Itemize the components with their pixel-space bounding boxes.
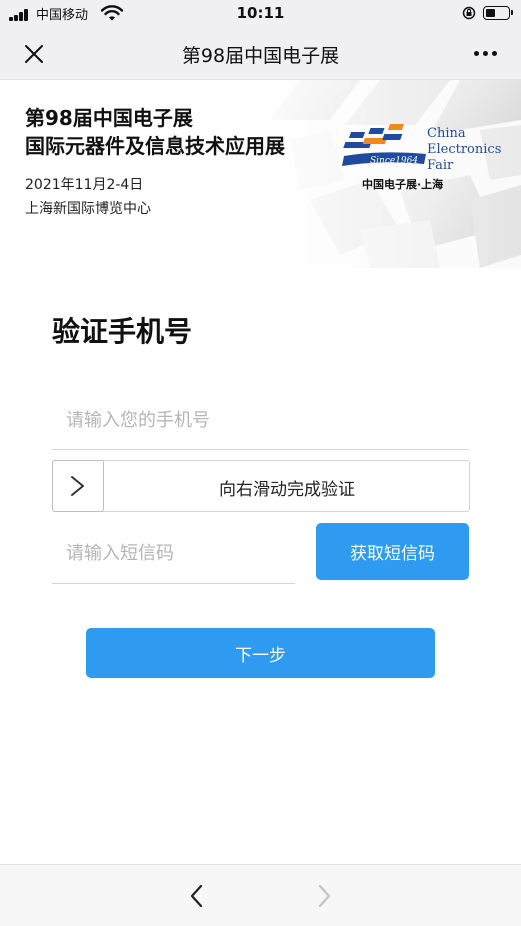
status-bar: 中国移动 10:11	[0, 0, 521, 28]
rotation-lock-icon	[462, 6, 476, 20]
slide-verify-track[interactable]: 向右滑动完成验证	[52, 460, 470, 512]
more-dots-icon[interactable]	[470, 50, 502, 58]
event-banner: 第98届中国电子展 国际元器件及信息技术应用展 2021年11月2-4日 上海新…	[0, 80, 521, 268]
next-step-button[interactable]: 下一步	[86, 628, 435, 678]
get-sms-code-button[interactable]: 获取短信码	[316, 523, 469, 580]
battery-tip	[511, 10, 513, 15]
logo-text-china: China	[427, 126, 466, 141]
chevron-right-icon	[71, 476, 84, 496]
event-date: 2021年11月2-4日	[25, 177, 144, 193]
battery-icon	[483, 6, 510, 20]
forward-arrow-icon[interactable]	[313, 883, 335, 909]
banner-title-line1: 第98届中国电子展	[25, 106, 193, 130]
logo-text-electronics: Electronics	[427, 142, 502, 157]
banner-title-line2: 国际元器件及信息技术应用展	[25, 134, 285, 158]
china-electronics-fair-logo: Since1964	[342, 124, 426, 166]
sms-code-input[interactable]	[52, 524, 295, 584]
back-arrow-icon[interactable]	[186, 883, 208, 909]
logo-text-cn: 中国电子展·上海	[362, 178, 444, 191]
browser-toolbar	[0, 864, 521, 926]
event-venue: 上海新国际博览中心	[25, 201, 151, 217]
logo-text-fair: Fair	[427, 158, 454, 173]
verify-phone-heading: 验证手机号	[52, 315, 193, 348]
page-title: 第98届中国电子展	[181, 45, 340, 67]
slide-verify-handle[interactable]	[52, 460, 104, 512]
status-time: 10:11	[236, 4, 285, 22]
slide-verify-label: 向右滑动完成验证	[219, 480, 355, 500]
logo-since-text: Since1964	[370, 156, 418, 166]
phone-number-input[interactable]	[52, 392, 469, 450]
nav-bar: 第98届中国电子展	[0, 28, 521, 80]
